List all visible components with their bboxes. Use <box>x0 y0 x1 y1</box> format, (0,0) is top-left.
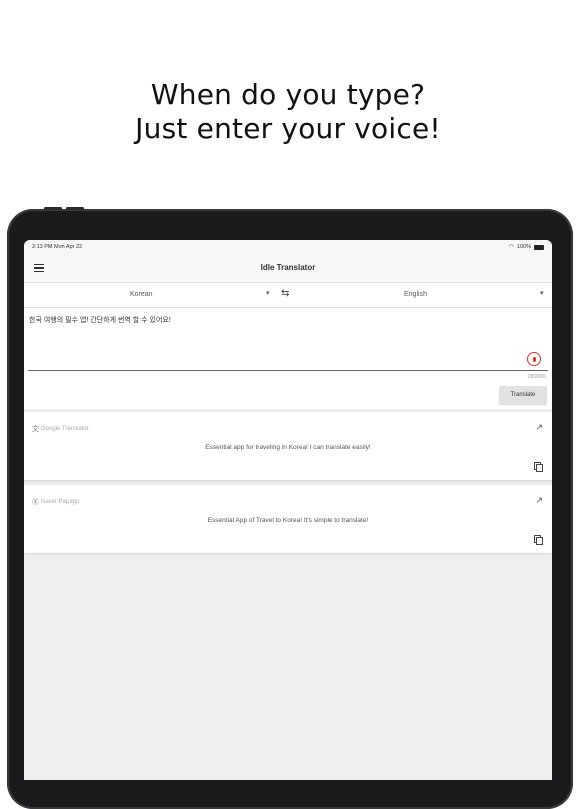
swap-languages-icon[interactable]: ⇆ <box>281 288 289 299</box>
battery-icon <box>534 244 544 250</box>
tablet-top-button-2 <box>66 207 84 210</box>
language-bar: Korean ▾ ⇆ English ▾ <box>24 283 552 308</box>
copy-icon[interactable] <box>534 535 543 545</box>
result-text: Essential app for traveling in Korea! I … <box>205 444 371 451</box>
result-card-google: 文 Google Translator ↗ Essential app for … <box>24 412 552 480</box>
app-screen: 2:13 PM Mon Apr 22 ◠ 100% Idle Translato… <box>24 240 552 780</box>
result-source: 文 Google Translator <box>32 424 89 434</box>
wifi-icon: ◠ <box>509 244 514 250</box>
headline-line-2: Just enter your voice! <box>135 112 441 145</box>
chevron-down-icon[interactable]: ▾ <box>266 289 270 297</box>
status-time: 2:13 PM Mon Apr 22 <box>32 244 83 250</box>
headline-line-1: When do you type? <box>150 78 426 111</box>
source-language-select[interactable]: Korean <box>130 291 153 298</box>
target-language-select[interactable]: English <box>404 291 427 298</box>
headline: When do you type? Just enter your voice! <box>0 78 576 146</box>
tablet-top-button <box>44 207 62 210</box>
translate-button[interactable]: Translate <box>499 386 547 404</box>
result-source-label: Naver Papago <box>41 499 80 505</box>
input-area: 한국 여행의 필수 앱! 간단하게 번역 할 수 있어요! 28/2000 Tr… <box>24 308 552 409</box>
app-bar: Idle Translator <box>24 254 552 283</box>
chevron-down-icon[interactable]: ▾ <box>540 289 544 297</box>
copy-icon[interactable] <box>534 462 543 472</box>
microphone-icon <box>532 356 536 362</box>
battery-label: 100% <box>516 244 531 250</box>
google-translate-icon: 文 <box>32 426 39 433</box>
app-title: Idle Translator <box>260 263 316 272</box>
microphone-button[interactable] <box>527 352 541 366</box>
result-card-papago: Ⓧ Naver Papago ↗ Essential App of Travel… <box>24 485 552 553</box>
status-bar: 2:13 PM Mon Apr 22 ◠ 100% <box>24 240 552 254</box>
input-underline <box>28 370 548 371</box>
open-external-icon[interactable]: ↗ <box>535 495 543 506</box>
papago-icon: Ⓧ <box>32 499 39 506</box>
result-source: Ⓧ Naver Papago <box>32 497 79 507</box>
result-source-label: Google Translator <box>41 426 89 432</box>
status-right: ◠ 100% <box>509 244 544 250</box>
result-text: Essential App of Travel to Korea! It's s… <box>207 517 369 524</box>
open-external-icon[interactable]: ↗ <box>535 422 543 433</box>
character-count: 28/2000 <box>527 374 546 380</box>
source-text-input[interactable]: 한국 여행의 필수 앱! 간단하게 번역 할 수 있어요! <box>29 315 171 325</box>
